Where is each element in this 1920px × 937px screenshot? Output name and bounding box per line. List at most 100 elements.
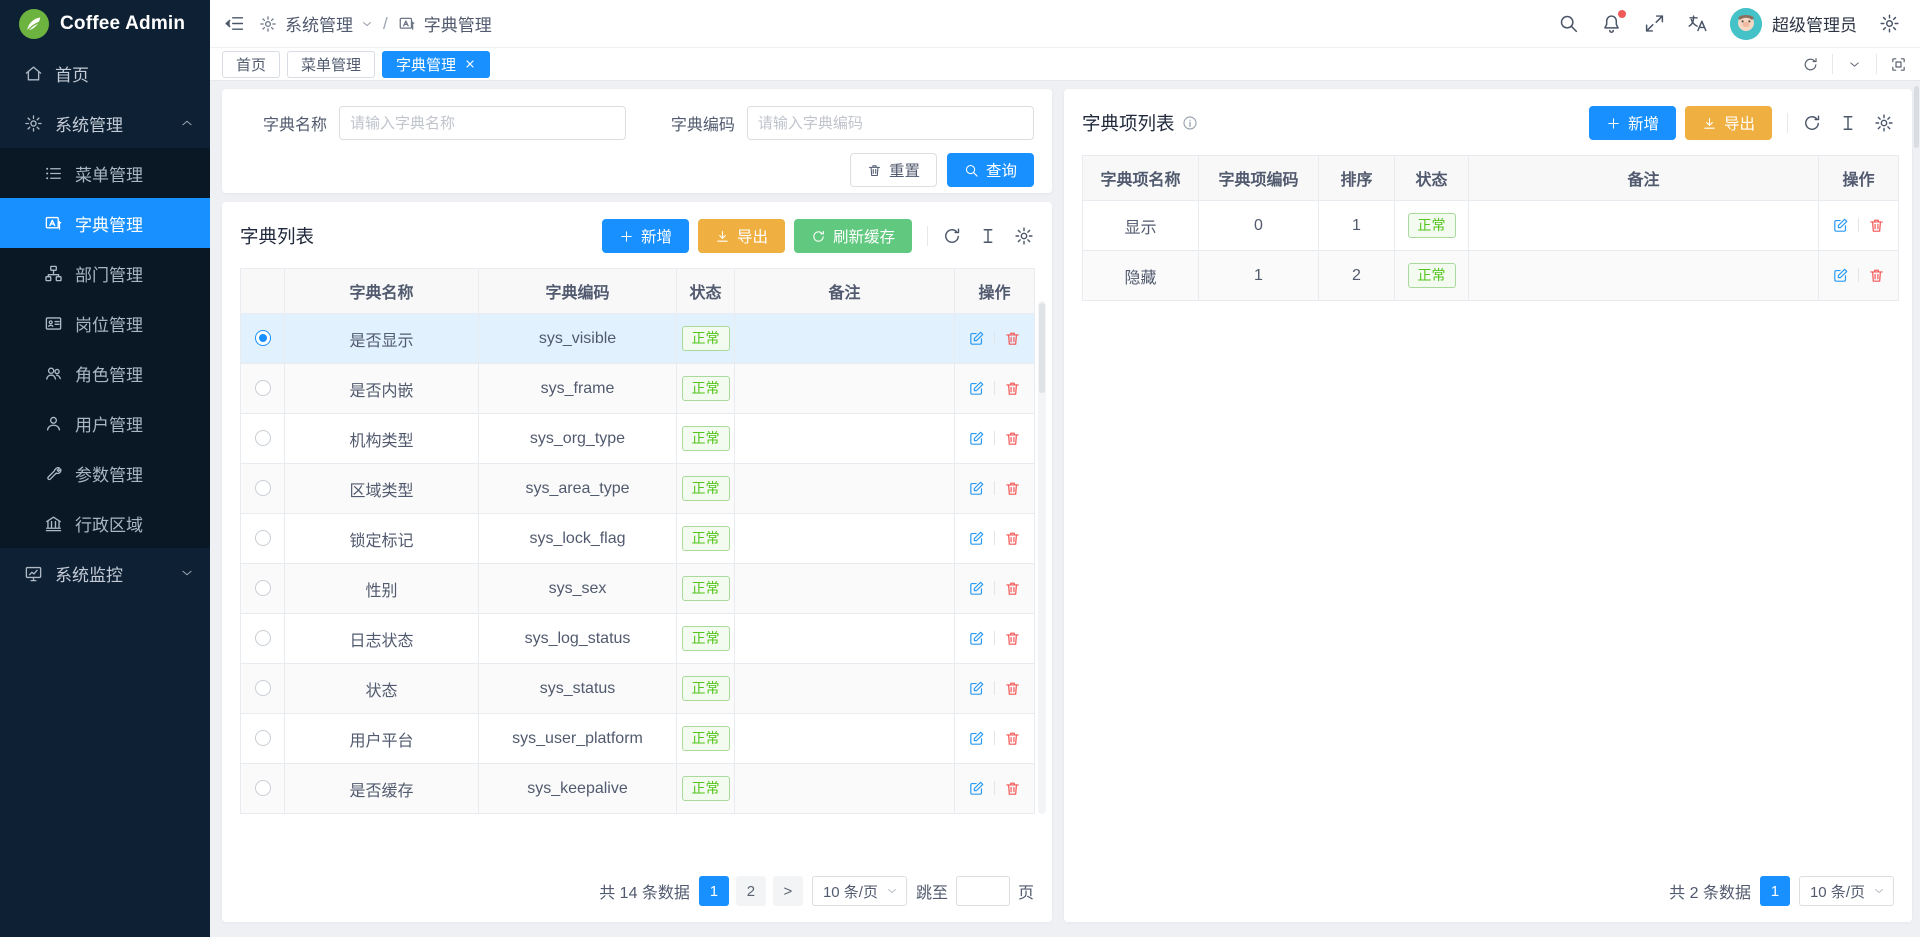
row-radio[interactable] xyxy=(255,780,271,796)
edit-icon[interactable] xyxy=(968,730,985,747)
page-button[interactable]: 1 xyxy=(1760,876,1790,906)
delete-icon[interactable] xyxy=(1004,780,1021,797)
table-row[interactable]: 显示01正常 xyxy=(1083,201,1899,251)
row-radio[interactable] xyxy=(255,330,271,346)
table-row[interactable]: 隐藏12正常 xyxy=(1083,251,1899,301)
refresh-cache-button[interactable]: 刷新缓存 xyxy=(794,219,912,253)
row-radio[interactable] xyxy=(255,530,271,546)
row-radio[interactable] xyxy=(255,630,271,646)
delete-icon[interactable] xyxy=(1004,630,1021,647)
row-radio[interactable] xyxy=(255,380,271,396)
info-icon[interactable] xyxy=(1182,115,1198,131)
gear-icon[interactable] xyxy=(1874,113,1894,133)
text-height-icon[interactable] xyxy=(978,226,998,246)
sidebar-item[interactable]: 系统监控 xyxy=(0,548,210,598)
edit-icon[interactable] xyxy=(968,380,985,397)
delete-icon[interactable] xyxy=(1004,380,1021,397)
edit-icon[interactable] xyxy=(968,330,985,347)
breadcrumb-item[interactable]: 字典管理 xyxy=(424,11,492,36)
edit-icon[interactable] xyxy=(1832,217,1849,234)
refresh-icon[interactable] xyxy=(1802,113,1822,133)
tab-菜单管理[interactable]: 菜单管理 xyxy=(287,51,375,78)
table-row[interactable]: 用户平台sys_user_platform正常 xyxy=(241,714,1035,764)
row-radio[interactable] xyxy=(255,680,271,696)
query-button[interactable]: 查询 xyxy=(947,153,1034,187)
delete-icon[interactable] xyxy=(1868,267,1885,284)
export-button[interactable]: 导出 xyxy=(698,219,785,253)
edit-icon[interactable] xyxy=(968,580,985,597)
refresh-icon[interactable] xyxy=(1788,54,1832,74)
delete-icon[interactable] xyxy=(1004,480,1021,497)
delete-icon[interactable] xyxy=(1004,530,1021,547)
page-button[interactable]: 1 xyxy=(699,876,729,906)
user-menu[interactable]: 超级管理员 xyxy=(1730,8,1857,40)
sidebar-item-param[interactable]: 参数管理 xyxy=(0,448,210,498)
page-button[interactable]: 2 xyxy=(736,876,766,906)
translate-icon[interactable] xyxy=(1687,13,1708,34)
gear-icon[interactable] xyxy=(1014,226,1034,246)
sidebar-item-region[interactable]: 行政区域 xyxy=(0,498,210,548)
fullscreen-icon[interactable] xyxy=(1644,13,1665,34)
edit-icon[interactable] xyxy=(968,430,985,447)
table-row[interactable]: 是否内嵌sys_frame正常 xyxy=(241,364,1035,414)
add-button[interactable]: 新增 xyxy=(1589,106,1676,140)
row-radio[interactable] xyxy=(255,430,271,446)
text-height-icon[interactable] xyxy=(1838,113,1858,133)
sidebar-item[interactable]: 系统管理 xyxy=(0,98,210,148)
edit-icon[interactable] xyxy=(1832,267,1849,284)
edit-icon[interactable] xyxy=(968,480,985,497)
table-row[interactable]: 是否显示sys_visible正常 xyxy=(241,314,1035,364)
bell-icon[interactable] xyxy=(1601,13,1622,34)
table-row[interactable]: 锁定标记sys_lock_flag正常 xyxy=(241,514,1035,564)
tab-首页[interactable]: 首页 xyxy=(222,51,280,78)
sidebar-item-menu-list[interactable]: 菜单管理 xyxy=(0,148,210,198)
window-scrollbar[interactable] xyxy=(1914,86,1919,148)
dict-name-input[interactable] xyxy=(339,106,626,140)
app-logo[interactable]: Coffee Admin xyxy=(0,0,210,48)
chevron-down-icon[interactable] xyxy=(1832,54,1876,74)
row-radio[interactable] xyxy=(255,730,271,746)
search-icon[interactable] xyxy=(1558,13,1579,34)
close-icon[interactable] xyxy=(464,58,476,70)
table-row[interactable]: 性别sys_sex正常 xyxy=(241,564,1035,614)
maximize-icon[interactable] xyxy=(1876,54,1920,74)
page-size-select[interactable]: 10 条/页 xyxy=(1799,876,1894,906)
dict-code-input[interactable] xyxy=(747,106,1034,140)
delete-icon[interactable] xyxy=(1004,430,1021,447)
sidebar-item-post[interactable]: 岗位管理 xyxy=(0,298,210,348)
refresh-icon[interactable] xyxy=(942,226,962,246)
export-button[interactable]: 导出 xyxy=(1685,106,1772,140)
edit-icon[interactable] xyxy=(968,780,985,797)
row-radio[interactable] xyxy=(255,480,271,496)
breadcrumb-item[interactable]: 系统管理 xyxy=(285,11,353,36)
table-row[interactable]: 机构类型sys_org_type正常 xyxy=(241,414,1035,464)
delete-icon[interactable] xyxy=(1868,217,1885,234)
page-size-select[interactable]: 10 条/页 xyxy=(812,876,907,906)
table-row[interactable]: 日志状态sys_log_status正常 xyxy=(241,614,1035,664)
delete-icon[interactable] xyxy=(1004,730,1021,747)
delete-icon[interactable] xyxy=(1004,330,1021,347)
edit-icon[interactable] xyxy=(968,630,985,647)
sidebar-item-user[interactable]: 用户管理 xyxy=(0,398,210,448)
chevron-down-icon[interactable] xyxy=(361,18,373,30)
jump-page-input[interactable] xyxy=(956,876,1010,906)
add-button[interactable]: 新增 xyxy=(602,219,689,253)
table-row[interactable]: 状态sys_status正常 xyxy=(241,664,1035,714)
table-scrollbar[interactable] xyxy=(1038,301,1046,814)
tab-字典管理[interactable]: 字典管理 xyxy=(382,51,490,78)
sidebar-item-role[interactable]: 角色管理 xyxy=(0,348,210,398)
collapse-sidebar-icon[interactable] xyxy=(224,13,245,34)
delete-icon[interactable] xyxy=(1004,680,1021,697)
table-row[interactable]: 是否缓存sys_keepalive正常 xyxy=(241,764,1035,814)
edit-icon[interactable] xyxy=(968,680,985,697)
reset-button[interactable]: 重置 xyxy=(850,153,937,187)
sidebar-item[interactable]: 首页 xyxy=(0,48,210,98)
sidebar-item-dept[interactable]: 部门管理 xyxy=(0,248,210,298)
edit-icon[interactable] xyxy=(968,530,985,547)
delete-icon[interactable] xyxy=(1004,580,1021,597)
sidebar-item-dict[interactable]: 字典管理 xyxy=(0,198,210,248)
row-radio[interactable] xyxy=(255,580,271,596)
table-row[interactable]: 区域类型sys_area_type正常 xyxy=(241,464,1035,514)
next-page-button[interactable]: > xyxy=(773,876,803,906)
gear-icon[interactable] xyxy=(1879,13,1900,34)
